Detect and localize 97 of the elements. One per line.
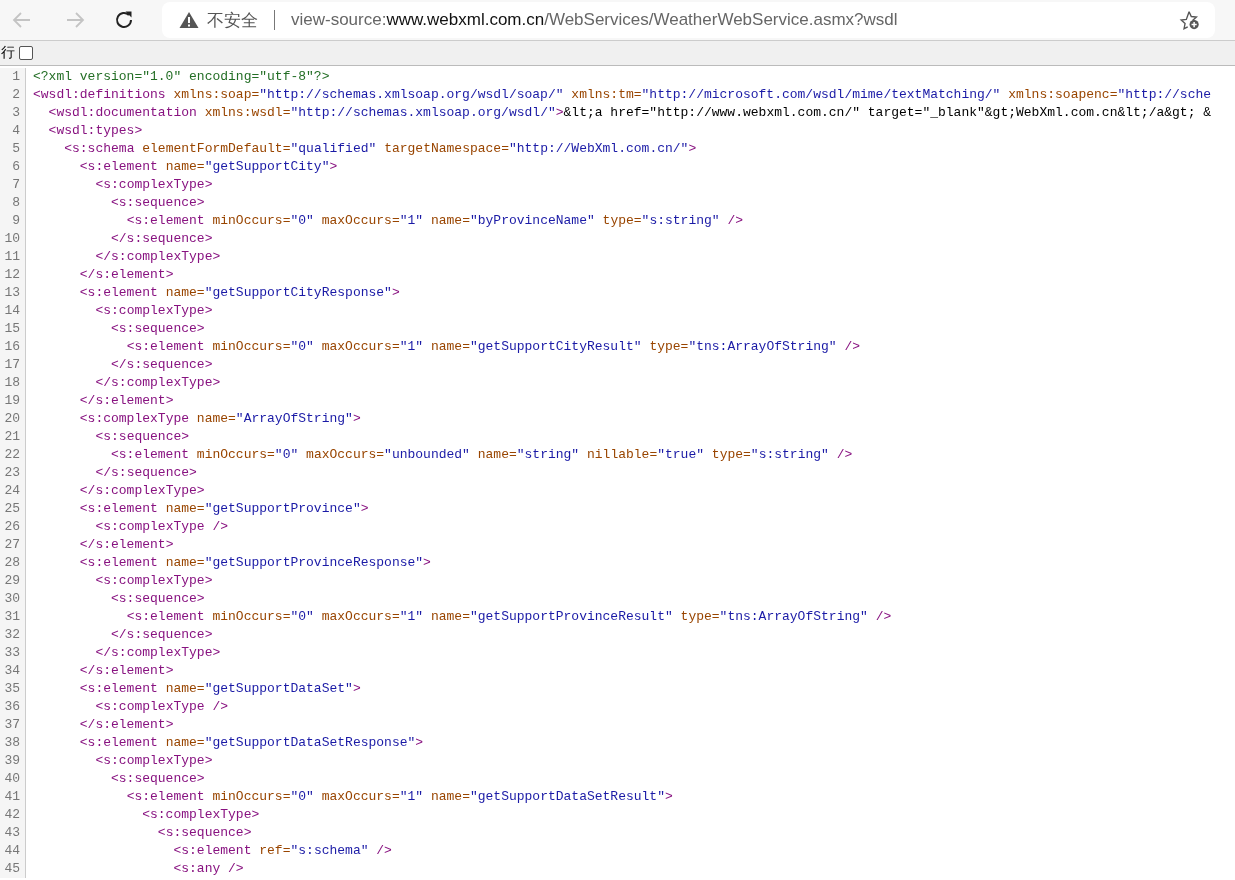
code-line: </s:complexType>: [78, 482, 205, 500]
code-line: <s:element name="getSupportProvinceResponse">: [78, 554, 431, 572]
line-number: 18: [0, 374, 26, 392]
code-line: <wsdl:documentation xmlns:wsdl="http://schemas.xmlsoap.org/wsdl/">&lt;a href="http://www.webxml.com.cn/" target="_blank"&gt;WebXml.com.cn&lt;/a&gt; &: [47, 104, 1212, 122]
line-number: 30: [0, 590, 26, 608]
code-line: <s:element ref="s:schema" />: [172, 842, 392, 860]
code-line: </s:sequence>: [110, 230, 213, 248]
code-line: </s:complexType>: [94, 644, 221, 662]
code-line: <s:complexType />: [94, 698, 229, 716]
code-line: <s:element minOccurs="0" maxOccurs="1" name="getSupportDataSetResult">: [125, 788, 673, 806]
code-line: <s:element name="getSupportDataSetResponse">: [78, 734, 424, 752]
code-line: <s:sequence>: [110, 770, 205, 788]
code-line: </s:complexType>: [94, 248, 221, 266]
line-number: 13: [0, 284, 26, 302]
code-line: <s:element name="getSupportCityResponse">: [78, 284, 400, 302]
line-number: 10: [0, 230, 26, 248]
line-number: 22: [0, 446, 26, 464]
line-number: 42: [0, 806, 26, 824]
code-line: <s:any />: [172, 860, 244, 878]
code-line: <s:element name="getSupportCity">: [78, 158, 338, 176]
line-number: 27: [0, 536, 26, 554]
line-number: 20: [0, 410, 26, 428]
code-line: <s:element name="getSupportProvince">: [78, 500, 369, 518]
code-line: <s:sequence>: [156, 824, 252, 842]
code-line: <s:sequence>: [110, 320, 205, 338]
warning-icon: [179, 11, 199, 29]
line-number: 14: [0, 302, 26, 320]
line-number: 32: [0, 626, 26, 644]
line-number: 4: [0, 122, 26, 140]
url-text: view-source:www.webxml.com.cn/WebServices/WeatherWebService.asmx?wsdl: [291, 10, 899, 30]
code-line: </s:sequence>: [110, 356, 213, 374]
security-label: 不安全: [207, 9, 258, 32]
line-number: 21: [0, 428, 26, 446]
line-number: 15: [0, 320, 26, 338]
code-line: </s:element>: [78, 392, 174, 410]
code-line: <s:sequence>: [110, 194, 205, 212]
code-line: <wsdl:types>: [47, 122, 143, 140]
code-line: <s:element minOccurs="0" maxOccurs="1" name="byProvinceName" type="s:string" />: [125, 212, 744, 230]
code-line: <s:sequence>: [94, 428, 190, 446]
line-number: 28: [0, 554, 26, 572]
line-wrap-checkbox[interactable]: [19, 46, 33, 60]
line-number: 8: [0, 194, 26, 212]
line-number: 26: [0, 518, 26, 536]
code-line: <s:complexType />: [94, 518, 229, 536]
line-number: 38: [0, 734, 26, 752]
line-number: 2: [0, 86, 26, 104]
code-line: <s:complexType name="ArrayOfString">: [78, 410, 361, 428]
line-number: 1: [0, 68, 26, 86]
code-line: </s:sequence>: [94, 464, 197, 482]
code-line: <s:element minOccurs="0" maxOccurs="1" name="getSupportCityResult" type="tns:ArrayOfString" />: [125, 338, 861, 356]
line-number: 17: [0, 356, 26, 374]
code-line: </s:sequence>: [110, 626, 213, 644]
line-wrap-label: 行: [1, 44, 15, 62]
line-number: 24: [0, 482, 26, 500]
line-number: 35: [0, 680, 26, 698]
line-number: 40: [0, 770, 26, 788]
line-number: 31: [0, 608, 26, 626]
code-line: <s:sequence>: [110, 590, 205, 608]
line-number: 34: [0, 662, 26, 680]
line-number: 11: [0, 248, 26, 266]
line-number: 44: [0, 842, 26, 860]
code-line: <s:element minOccurs="0" maxOccurs="unbounded" name="string" nillable="true" type="s:string" />: [110, 446, 853, 464]
code-line: </s:element>: [78, 266, 174, 284]
line-number: 25: [0, 500, 26, 518]
code-line: <s:complexType>: [94, 572, 213, 590]
code-line: <s:complexType>: [94, 176, 213, 194]
line-number: 36: [0, 698, 26, 716]
code-line: <wsdl:definitions xmlns:soap="http://schemas.xmlsoap.org/wsdl/soap/" xmlns:tm="http://microsoft.com/wsdl/mime/textMatching/" xmlns:soapenc="http://sche: [32, 86, 1212, 104]
code-line: <s:element minOccurs="0" maxOccurs="1" name="getSupportProvinceResult" type="tns:ArrayOfString" />: [125, 608, 892, 626]
code-line: </s:element>: [78, 662, 174, 680]
line-number: 43: [0, 824, 26, 842]
line-number: 39: [0, 752, 26, 770]
line-number: 45: [0, 860, 26, 878]
line-number: 29: [0, 572, 26, 590]
line-number: 9: [0, 212, 26, 230]
code-line: </s:element>: [78, 716, 174, 734]
line-number: 5: [0, 140, 26, 158]
code-line: </s:complexType>: [94, 374, 221, 392]
code-line: <s:schema elementFormDefault="qualified" targetNamespace="http://WebXml.com.cn/">: [63, 140, 697, 158]
code-line: </s:element>: [78, 536, 174, 554]
line-number: 6: [0, 158, 26, 176]
code-line: <s:complexType>: [94, 302, 213, 320]
code-line: <s:element name="getSupportDataSet">: [78, 680, 361, 698]
line-number: 37: [0, 716, 26, 734]
code-line: <?xml version="1.0" encoding="utf-8"?>: [32, 68, 330, 86]
address-bar[interactable]: 不安全 view-source:www.webxml.com.cn/WebServices/WeatherWebService.asmx?wsdl: [162, 2, 1215, 38]
line-number: 23: [0, 464, 26, 482]
line-number: 12: [0, 266, 26, 284]
line-number: 16: [0, 338, 26, 356]
code-line: <s:complexType>: [141, 806, 260, 824]
code-line: <s:complexType>: [94, 752, 213, 770]
bookmark-star-icon[interactable]: [1179, 9, 1201, 31]
line-number: 7: [0, 176, 26, 194]
line-number: 41: [0, 788, 26, 806]
line-number: 19: [0, 392, 26, 410]
line-number: 3: [0, 104, 26, 122]
line-number: 33: [0, 644, 26, 662]
